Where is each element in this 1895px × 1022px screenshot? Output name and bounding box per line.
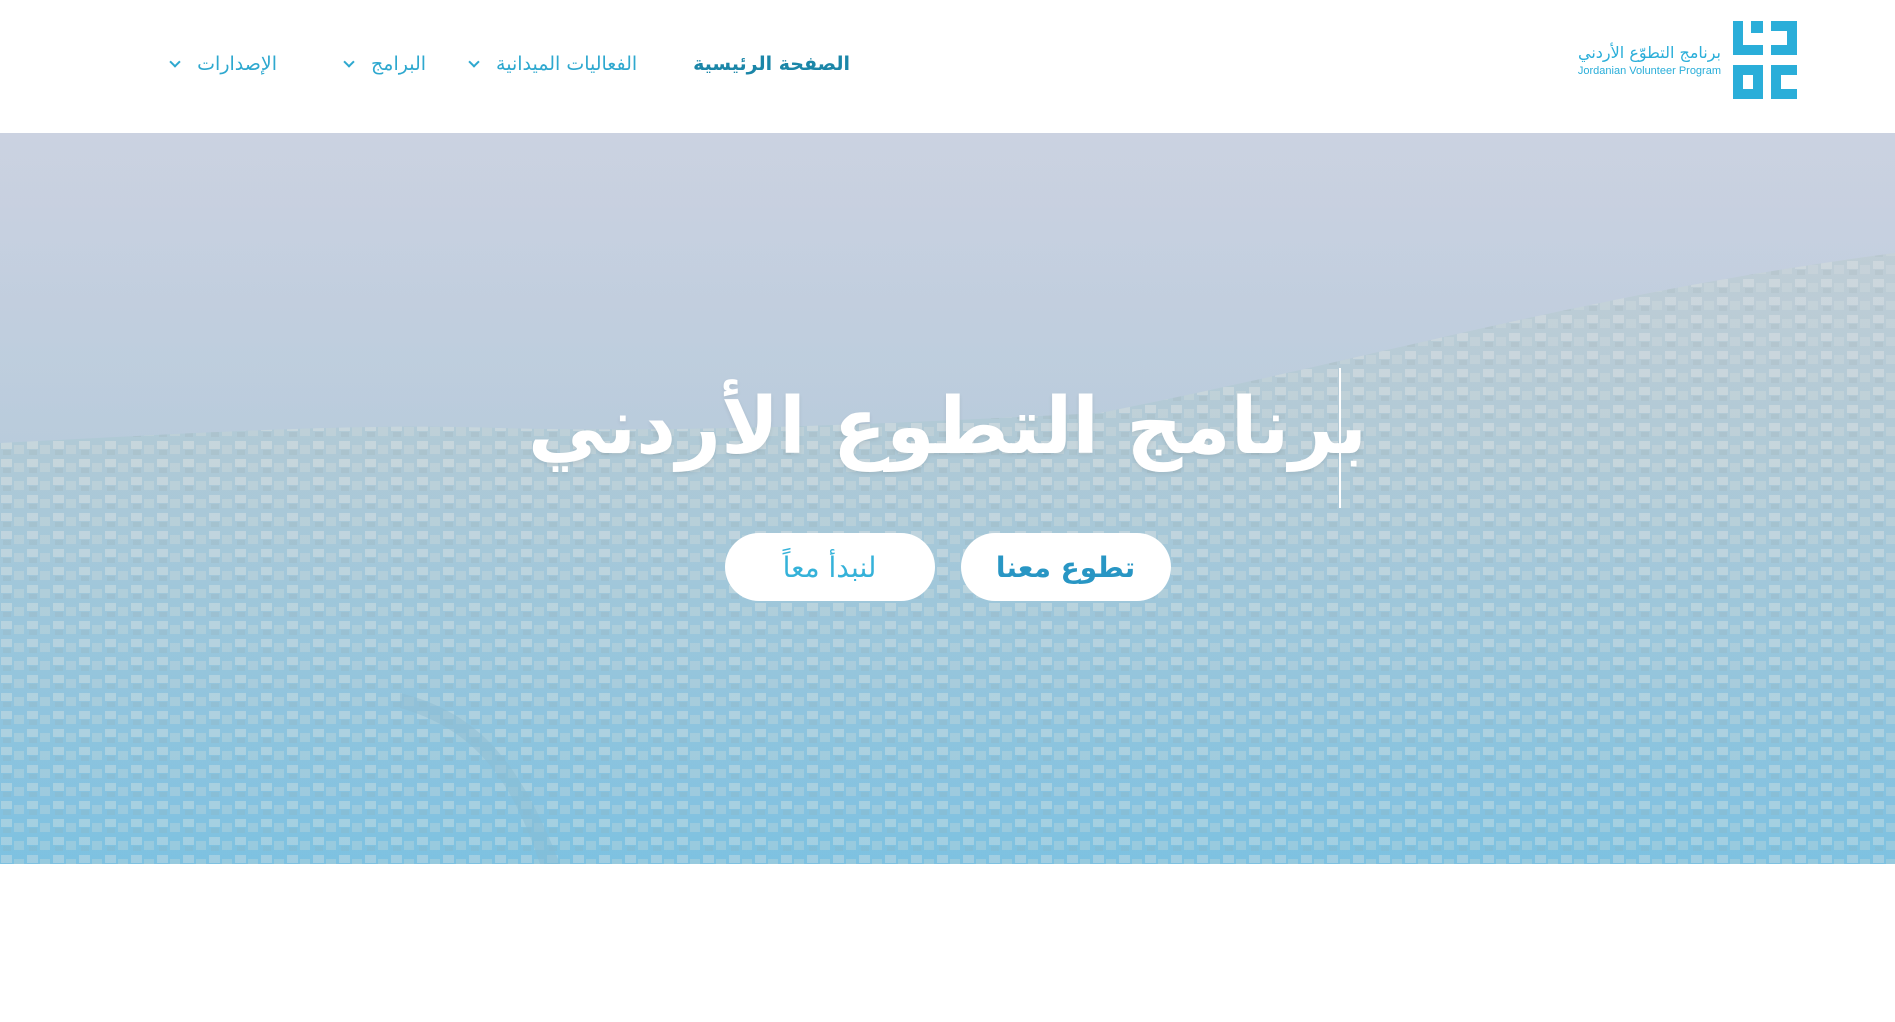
logo-english-name: Jordanian Volunteer Program: [1577, 64, 1721, 77]
hero-actions: تطوع معنا لنبدأ معاً: [0, 533, 1895, 601]
site-header: الصفحة الرئيسية الفعاليات الميدانية البر…: [0, 0, 1895, 133]
nav-item-programs[interactable]: البرامج: [343, 53, 427, 75]
site-logo[interactable]: برنامج التطوّع الأردني Jordanian Volunte…: [1578, 18, 1799, 102]
nav-item-label: الفعاليات الميدانية: [496, 53, 638, 75]
nav-item-label: الإصدارات: [197, 53, 278, 75]
nav-item-label: البرامج: [371, 53, 427, 75]
chevron-down-icon: [468, 56, 480, 68]
chevron-down-icon: [343, 56, 355, 68]
typing-cursor: [1339, 368, 1341, 508]
lets-start-together-button[interactable]: لنبدأ معاً: [724, 533, 935, 601]
logo-text: برنامج التطوّع الأردني Jordanian Volunte…: [1578, 43, 1721, 76]
logo-arabic-name: برنامج التطوّع الأردني: [1578, 43, 1721, 63]
volunteer-with-us-button[interactable]: تطوع معنا: [960, 533, 1171, 601]
nav-item-field-events[interactable]: الفعاليات الميدانية: [468, 53, 638, 75]
nav-item-label: الصفحة الرئيسية: [693, 53, 850, 75]
hero-title: برنامج التطوع الأردني: [527, 382, 1368, 472]
nav-item-publications[interactable]: الإصدارات: [169, 53, 278, 75]
hero-tint-overlay: [0, 133, 1895, 864]
chevron-down-icon: [169, 56, 181, 68]
hero-section: [0, 133, 1895, 864]
logo-mark-icon: [1731, 19, 1799, 101]
nav-item-home[interactable]: الصفحة الرئيسية: [693, 53, 850, 75]
